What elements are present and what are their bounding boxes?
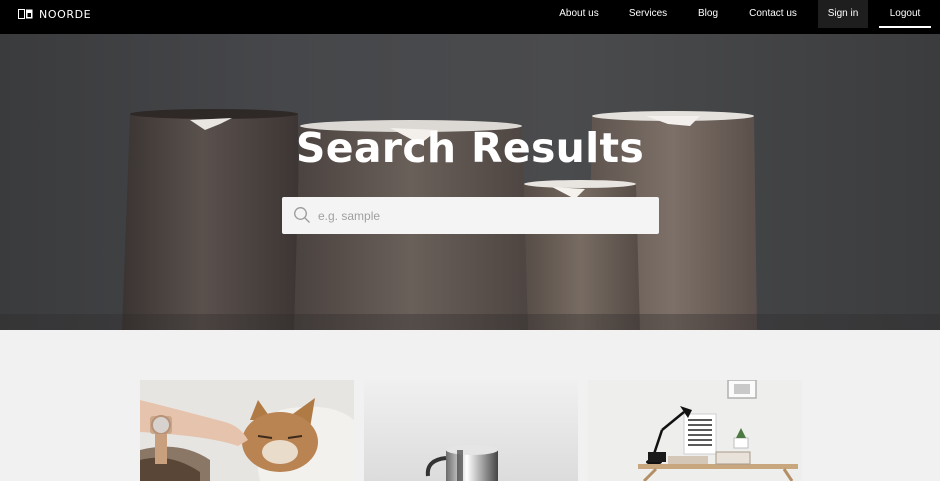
nav-contact-us[interactable]: Contact us bbox=[742, 0, 804, 28]
ceramic-mug-photo bbox=[364, 380, 578, 481]
search-input[interactable] bbox=[318, 197, 648, 234]
top-navbar: NOORDE About us Services Blog Contact us… bbox=[0, 0, 940, 34]
hero-background-image bbox=[0, 109, 940, 330]
result-card[interactable] bbox=[364, 380, 578, 481]
nav-blog[interactable]: Blog bbox=[690, 0, 726, 28]
cat-with-hand-photo bbox=[140, 380, 354, 481]
logo-icon bbox=[18, 9, 33, 19]
search-icon[interactable] bbox=[293, 206, 311, 224]
active-nav-underline bbox=[879, 26, 931, 28]
desk-lamp-workspace-photo bbox=[588, 380, 802, 481]
page-title: Search Results bbox=[295, 124, 645, 172]
result-card[interactable] bbox=[588, 380, 802, 481]
nav-about-us[interactable]: About us bbox=[550, 0, 608, 28]
brand-logo[interactable]: NOORDE bbox=[18, 0, 91, 28]
result-card[interactable] bbox=[140, 380, 354, 481]
search-box[interactable] bbox=[282, 197, 659, 234]
nav-services[interactable]: Services bbox=[620, 0, 676, 28]
hero-banner: Search Results bbox=[0, 34, 940, 330]
logout-button[interactable]: Logout bbox=[879, 0, 931, 28]
sign-in-button[interactable]: Sign in bbox=[818, 0, 868, 28]
brand-name: NOORDE bbox=[39, 7, 92, 21]
